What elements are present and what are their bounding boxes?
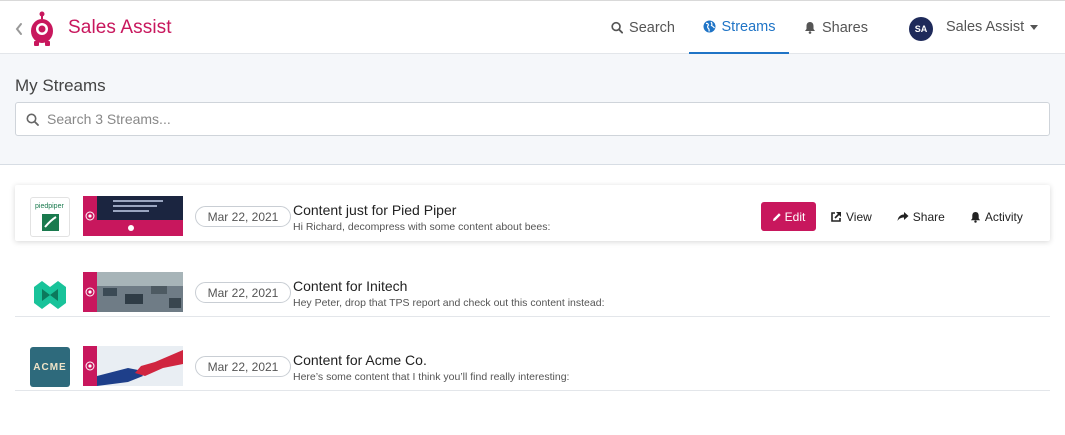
stream-subtitle: Here’s some content that I think you’ll … <box>293 371 570 383</box>
stream-date: Mar 22, 2021 <box>195 356 291 377</box>
share-link-label: Share <box>912 209 945 224</box>
stream-date: Mar 22, 2021 <box>195 206 291 227</box>
stream-subtitle: Hey Peter, drop that TPS report and chec… <box>293 297 605 309</box>
app-logo-icon[interactable] <box>28 11 56 47</box>
stream-date: Mar 22, 2021 <box>195 282 291 303</box>
pencil-icon <box>772 212 781 221</box>
edit-button[interactable]: Edit <box>761 202 816 231</box>
stream-title[interactable]: Content just for Pied Piper <box>293 202 456 218</box>
page-title: My Streams <box>15 76 106 95</box>
edit-button-label: Edit <box>784 209 806 224</box>
user-avatar[interactable]: SA <box>909 17 933 41</box>
initech-logo-icon <box>34 281 66 309</box>
stream-search-box[interactable] <box>15 102 1050 136</box>
nav-tab-shares[interactable]: Shares <box>804 1 868 54</box>
activity-link[interactable]: Activity <box>970 210 1023 224</box>
nav-tab-shares-label: Shares <box>822 19 868 36</box>
share-arrow-icon <box>897 212 909 221</box>
stream-title[interactable]: Content for Initech <box>293 278 407 294</box>
nav-tab-search-label: Search <box>629 19 675 36</box>
stream-actions: Edit View Share Activity <box>761 202 1023 231</box>
search-icon <box>611 21 624 34</box>
nav-tab-search[interactable]: Search <box>611 1 675 54</box>
stream-thumbnail <box>83 272 183 312</box>
caret-down-icon <box>1030 24 1039 30</box>
streams-header: My Streams <box>0 54 1065 165</box>
stream-thumbnail <box>83 346 183 386</box>
search-icon <box>26 113 39 126</box>
stream-row[interactable]: ACME Mar 22, 2021 Content for Acme Co. H… <box>15 335 1050 391</box>
stream-thumbnail <box>83 196 183 236</box>
view-link-label: View <box>846 209 872 224</box>
company-logo-initech <box>30 273 70 313</box>
stream-search-input[interactable] <box>47 111 1027 127</box>
stream-subtitle: Hi Richard, decompress with some content… <box>293 221 551 233</box>
bell-icon <box>805 22 815 34</box>
back-chevron-icon[interactable] <box>14 22 24 36</box>
stream-row[interactable]: Mar 22, 2021 Content for Initech Hey Pet… <box>15 261 1050 317</box>
activity-link-label: Activity <box>984 209 1023 224</box>
user-name: Sales Assist <box>946 19 1025 35</box>
view-link[interactable]: View <box>830 210 872 224</box>
globe-icon <box>703 20 715 33</box>
company-logo-acme: ACME <box>30 347 70 387</box>
user-menu[interactable]: Sales Assist <box>946 19 1039 35</box>
bell-icon <box>970 211 980 223</box>
piedpiper-logo-text: piedpiper <box>35 203 64 210</box>
stream-title[interactable]: Content for Acme Co. <box>293 352 427 368</box>
nav-tab-streams[interactable]: Streams <box>689 1 789 54</box>
nav-tab-streams-label: Streams <box>721 18 776 35</box>
stream-row[interactable]: piedpiper Mar 22, 2021 Content just for … <box>15 185 1050 241</box>
share-link[interactable]: Share <box>897 210 945 224</box>
app-title[interactable]: Sales Assist <box>68 17 172 39</box>
top-navbar: Sales Assist Search Streams Shares SA Sa… <box>0 0 1065 54</box>
company-logo-piedpiper: piedpiper <box>30 197 70 237</box>
acme-logo-text: ACME <box>33 361 67 373</box>
external-link-icon <box>831 211 841 222</box>
